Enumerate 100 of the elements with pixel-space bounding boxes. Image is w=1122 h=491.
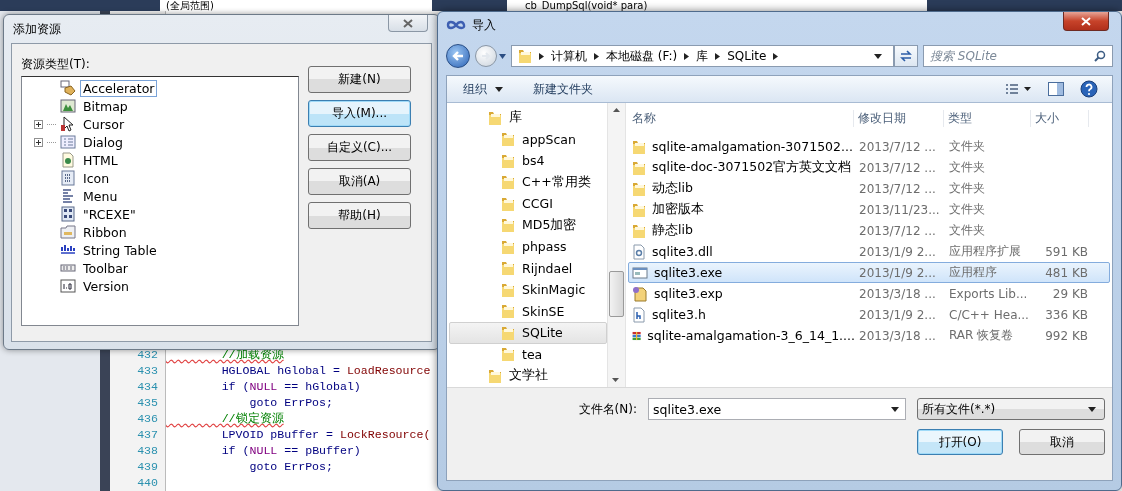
hand-key-icon [60, 80, 76, 96]
nav-item[interactable]: SkinSE [449, 300, 607, 322]
file-row[interactable]: 静态lib 2013/7/12 ... 文件夹 [628, 220, 1110, 241]
nav-item[interactable]: 库 [449, 107, 607, 129]
file-date: 2013/7/12 ... [858, 223, 937, 238]
new-folder-button[interactable]: 新建文件夹 [533, 80, 593, 98]
organize-button[interactable]: 组织 [463, 80, 503, 98]
tree-item[interactable]: Menu [80, 187, 121, 205]
line-number: 434 [136, 379, 159, 395]
nav-item[interactable]: SkinMagic [449, 279, 607, 301]
expand-icon[interactable] [34, 119, 43, 129]
column-header[interactable]: 类型 [944, 109, 1031, 127]
dialog-button[interactable]: 帮助(H) [308, 202, 411, 229]
search-field[interactable]: 搜索 SQLite [923, 45, 1113, 67]
scrollbar[interactable] [607, 103, 625, 387]
file-row[interactable]: sqlite-amalgamation-3_6_14_1.... 2013/3/18 ... RAR 恢复卷 992 KB [628, 325, 1110, 346]
forward-button[interactable] [475, 45, 497, 67]
dialog-button[interactable]: 导入(M)... [308, 100, 411, 127]
nav-item[interactable]: Rijndael [449, 257, 607, 279]
file-date: 2013/7/12 ... [858, 139, 937, 154]
column-header[interactable]: 名称 [628, 109, 854, 127]
scroll-down-icon[interactable] [612, 378, 619, 382]
address-bar[interactable]: 计算机 本地磁盘 (F:) 库 SQLite [511, 45, 894, 67]
chevron-icon[interactable] [773, 52, 779, 60]
breadcrumb-item[interactable]: SQLite [727, 49, 767, 63]
chevron-icon[interactable] [684, 52, 690, 60]
dialog-button[interactable]: 自定义(C)... [308, 134, 411, 161]
file-type: C/C++ Hea... [948, 307, 1030, 322]
nav-item[interactable]: MD5加密 [449, 214, 607, 236]
file-row[interactable]: 加密版本 2013/11/23... 文件夹 [628, 199, 1110, 220]
nav-item[interactable]: CCGI [449, 193, 607, 215]
file-row[interactable]: 动态lib 2013/7/12 ... 文件夹 [628, 178, 1110, 199]
nav-item[interactable]: appScan [449, 128, 607, 150]
nav-item[interactable]: SQLite [449, 322, 607, 344]
file-type: 文件夹 [948, 180, 986, 197]
close-button[interactable] [1063, 12, 1109, 31]
caret-icon [495, 86, 503, 92]
file-size: 481 KB [1044, 265, 1089, 280]
file-name: sqlite3.exe [654, 265, 723, 280]
file-type: 文件夹 [948, 159, 986, 176]
chevron-icon[interactable] [539, 52, 544, 60]
expand-icon[interactable] [34, 137, 43, 147]
file-row[interactable]: sqlite3.dll 2013/1/9 2... 应用程序扩展 591 KB [628, 241, 1110, 262]
dialog-button[interactable]: 打开(O) [917, 429, 1003, 455]
chevron-icon[interactable] [594, 52, 599, 60]
window-file-icon [632, 265, 648, 280]
tree-item[interactable]: String Table [80, 241, 160, 259]
folder-icon [632, 222, 646, 239]
refresh-button[interactable] [894, 45, 918, 67]
menu-icon [60, 188, 76, 204]
nav-item[interactable]: bs4 [449, 150, 607, 172]
breadcrumb-item[interactable]: 库 [696, 47, 709, 65]
dialog-button[interactable]: 新建(N) [308, 66, 411, 93]
tree-item[interactable]: Toolbar [80, 259, 131, 277]
tree-item[interactable]: Ribbon [80, 223, 130, 241]
tree-item[interactable]: Dialog [80, 133, 126, 151]
tree-item[interactable]: Cursor [80, 115, 128, 133]
help-icon[interactable] [1080, 80, 1098, 98]
preview-pane-icon[interactable] [1048, 82, 1064, 96]
nav-item[interactable]: 文学社 [449, 365, 607, 387]
dialog-button[interactable]: 取消 [1019, 429, 1105, 455]
function-dropdown[interactable]: cb_DumpSql(void* para) [507, 0, 927, 11]
back-button[interactable] [446, 44, 470, 68]
file-row[interactable]: sqlite3.exe 2013/1/9 2... 应用程序 481 KB [628, 262, 1110, 283]
breadcrumb-item[interactable]: 本地磁盘 (F:) [606, 47, 678, 65]
dialog-button[interactable]: 取消(A) [308, 168, 411, 195]
history-dropdown-icon[interactable] [499, 53, 506, 59]
file-row[interactable]: sqlite-amalgamation-3071502... 2013/7/12 ... 文件夹 [628, 136, 1110, 157]
tree-item[interactable]: Version [80, 277, 132, 295]
version-icon [60, 278, 76, 294]
cursor-icon [60, 116, 76, 132]
scroll-up-icon[interactable] [613, 108, 620, 112]
file-type: 文件夹 [948, 138, 986, 155]
filename-field[interactable]: sqlite3.exe [648, 398, 906, 420]
breadcrumb-item[interactable]: 计算机 [551, 47, 587, 65]
file-name: 加密版本 [652, 201, 704, 218]
scope-dropdown[interactable]: (全局范围) [160, 0, 432, 11]
file-row[interactable]: sqlite3.exp 2013/3/18 ... Exports Lib... 29 KB [628, 283, 1110, 304]
nav-item[interactable]: tea [449, 343, 607, 365]
nav-item[interactable]: C++常用类 [449, 171, 607, 193]
column-header[interactable]: 修改日期 [854, 109, 944, 127]
tree-item[interactable]: Bitmap [80, 97, 131, 115]
file-row[interactable]: sqlite3.h 2013/1/9 2... C/C++ Hea... 336 KB [628, 304, 1110, 325]
tree-item[interactable]: HTML [80, 151, 121, 169]
file-date: 2013/7/12 ... [858, 160, 937, 175]
file-row[interactable]: sqlite-doc-3071502官方英文文档 2013/7/12 ... 文件夹 [628, 157, 1110, 178]
tree-item[interactable]: Icon [80, 169, 113, 187]
tree-item[interactable]: Accelerator [80, 79, 158, 97]
scrollbar-thumb[interactable] [609, 271, 624, 317]
tree-item[interactable]: "RCEXE" [80, 205, 139, 223]
window-title: 导入 [472, 16, 496, 34]
chevron-icon[interactable] [715, 52, 721, 60]
file-type-dropdown[interactable]: 所有文件(*.*) [917, 398, 1105, 420]
nav-item[interactable]: phpass [449, 236, 607, 258]
close-button[interactable] [388, 15, 428, 32]
folder-icon [501, 303, 515, 320]
folder-icon [488, 109, 502, 126]
view-options-icon[interactable] [1006, 84, 1032, 94]
dialog-icon [60, 134, 76, 150]
column-header[interactable]: 大小 [1031, 109, 1089, 127]
